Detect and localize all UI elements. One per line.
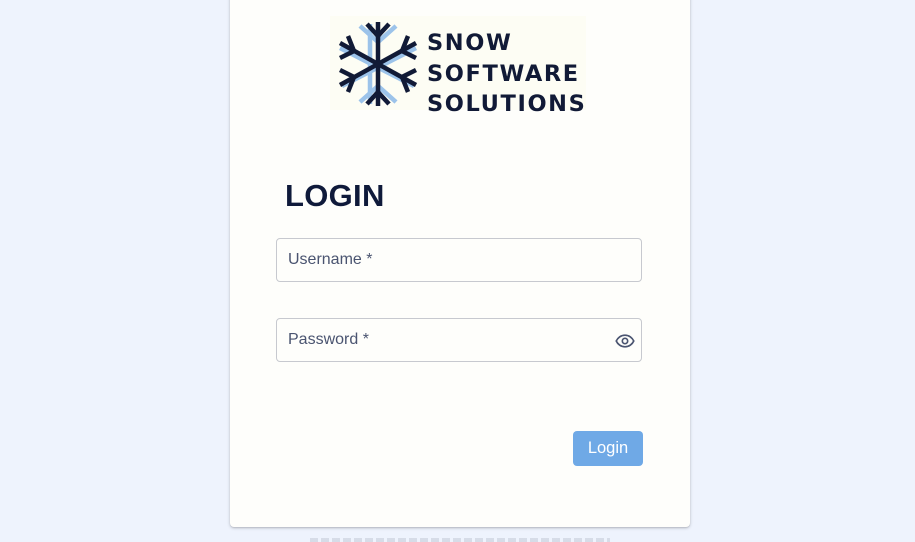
- footer-text-cutoff: [310, 538, 610, 542]
- page-title: LOGIN: [285, 178, 385, 213]
- login-card: SNOW SOFTWARE SOLUTIONS LOGIN Login: [230, 0, 690, 527]
- logo-line-1: SNOW: [427, 30, 513, 56]
- eye-icon[interactable]: [615, 331, 635, 351]
- logo-wordmark: SNOW SOFTWARE SOLUTIONS: [427, 28, 586, 120]
- login-button[interactable]: Login: [573, 431, 643, 466]
- company-logo: SNOW SOFTWARE SOLUTIONS: [330, 16, 586, 117]
- password-input[interactable]: [277, 319, 641, 361]
- username-field[interactable]: [276, 238, 642, 282]
- password-field[interactable]: [276, 318, 642, 362]
- username-input[interactable]: [277, 239, 641, 281]
- logo-line-3: SOLUTIONS: [427, 91, 587, 117]
- snowflake-icon: [338, 22, 418, 106]
- logo-line-2: SOFTWARE: [427, 60, 580, 87]
